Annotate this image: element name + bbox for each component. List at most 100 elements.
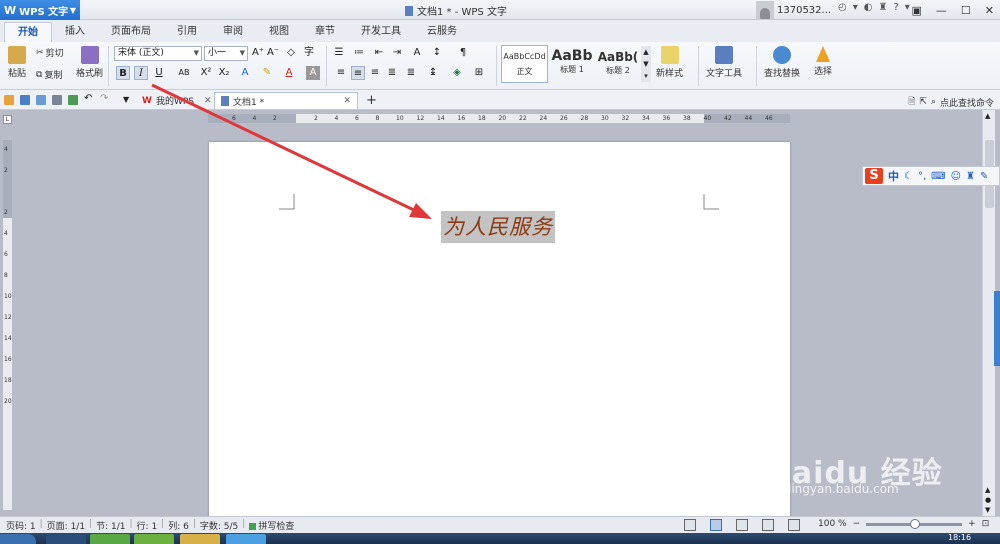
line-spacing-icon[interactable]: ↨ [426, 66, 440, 80]
status-words[interactable]: 字数: 5/5 [200, 519, 238, 532]
close-button[interactable]: ✕ [985, 4, 994, 17]
maximize-button[interactable]: ☐ [961, 4, 971, 17]
scroll-up-icon[interactable]: ▲ [985, 112, 990, 120]
punctuation-icon[interactable]: °, [918, 171, 926, 182]
start-button[interactable] [0, 534, 36, 544]
font-color-icon[interactable]: A [282, 66, 296, 80]
show-marks-icon[interactable]: ¶ [456, 46, 470, 60]
indent-icon[interactable]: ⇥ [390, 46, 404, 60]
tab-references[interactable]: 引用 [164, 22, 210, 42]
style-normal[interactable]: AaBbCcDd 正文 [501, 45, 548, 83]
wrench-icon[interactable]: ✎ [980, 171, 988, 182]
bullet-list-icon[interactable]: ☰ [332, 46, 346, 60]
borders-icon[interactable]: ⊞ [472, 66, 486, 80]
select-browse-icon[interactable]: ● [985, 496, 991, 504]
close-icon[interactable]: ✕ [343, 96, 351, 106]
spell-check[interactable]: 拼写检查 [249, 519, 298, 532]
horizontal-ruler[interactable]: 6 4 2 2 4 6 8 10 12 14 16 18 20 22 24 26 28 30 32 34 36 38 40 4… [208, 114, 790, 123]
document-page[interactable]: 为人民服务 [209, 142, 790, 522]
select-button[interactable]: 选择 [814, 46, 832, 77]
clear-format-icon[interactable]: ◇ [284, 46, 298, 60]
new-style-button[interactable]: 新样式 [656, 46, 683, 79]
skin-icon[interactable]: ◐ [864, 2, 873, 13]
copy-button[interactable]: ⧉ 复制 [36, 68, 62, 82]
zoom-slider-knob[interactable] [910, 518, 921, 529]
font-size-select[interactable]: 小一 ▼ [204, 46, 248, 61]
web-view-icon[interactable] [762, 519, 774, 531]
save-as-icon[interactable] [36, 95, 46, 105]
open-icon[interactable] [4, 95, 14, 105]
sort-icon[interactable]: ↕ [430, 46, 444, 60]
tab-chapter[interactable]: 章节 [302, 22, 348, 42]
ime-language[interactable]: 中 [888, 168, 899, 184]
prev-page-icon[interactable]: ▲ [985, 486, 990, 494]
align-left-icon[interactable]: ≡ [334, 66, 348, 80]
shrink-font-icon[interactable]: A⁻ [266, 46, 280, 60]
numbered-list-icon[interactable]: ≔ [352, 46, 366, 60]
tab-developer[interactable]: 开发工具 [348, 22, 414, 42]
taskbar-app[interactable] [226, 534, 266, 544]
redo-icon[interactable]: ↷ [100, 94, 110, 104]
close-icon[interactable]: ✕ [204, 96, 212, 106]
zoom-slider[interactable] [866, 518, 963, 529]
side-panel-handle[interactable] [994, 291, 1000, 366]
full-screen-icon[interactable] [684, 519, 696, 531]
grow-font-icon[interactable]: A⁺ [251, 46, 265, 60]
align-center-icon[interactable]: ≡ [351, 66, 365, 80]
zoom-in-button[interactable]: + [968, 519, 976, 529]
command-search[interactable]: 🗎 ⇱ ⌕ 点此查找命令 [908, 94, 994, 110]
tab-view[interactable]: 视图 [256, 22, 302, 42]
help-icon[interactable]: ? [893, 2, 898, 13]
paste-button[interactable]: 粘贴 [8, 46, 26, 79]
align-right-icon[interactable]: ≡ [368, 66, 382, 80]
save-icon[interactable] [20, 95, 30, 105]
font-name-select[interactable]: 宋体 (正文) ▼ [114, 46, 202, 61]
status-pages[interactable]: 页面: 1/1 [47, 519, 85, 532]
page-view-icon[interactable] [710, 519, 722, 531]
sogou-logo-icon[interactable]: S [865, 168, 883, 184]
zoom-out-button[interactable]: − [853, 519, 861, 529]
justify-icon[interactable]: ≣ [385, 66, 399, 80]
keyboard-icon[interactable]: ⌨ [931, 171, 945, 182]
find-replace-button[interactable]: 查找替换 [764, 46, 800, 79]
tab-start[interactable]: 开始 [4, 22, 52, 42]
restore-ribbon-icon[interactable]: ▣ [912, 4, 922, 17]
minimize-button[interactable]: — [936, 4, 947, 17]
tab-insert[interactable]: 插入 [52, 22, 98, 42]
fit-icon[interactable]: ⊡ [982, 519, 990, 529]
ruler-corner[interactable]: L [3, 115, 12, 124]
collapse-icon[interactable]: ⇱ [919, 97, 927, 107]
style-scroll[interactable]: ▲ ▼ ▾ [641, 46, 651, 82]
clock-icon[interactable]: ◴ [838, 2, 847, 13]
print-preview-icon[interactable] [68, 95, 78, 105]
superscript-button[interactable]: X² [199, 66, 213, 80]
tab-review[interactable]: 审阅 [210, 22, 256, 42]
style-heading-2[interactable]: AaBb( 标题 2 [596, 45, 640, 83]
reading-view-icon[interactable] [788, 519, 800, 531]
taskbar-app[interactable] [180, 534, 220, 544]
char-shading-icon[interactable]: A [306, 66, 320, 80]
moon-icon[interactable]: ☾ [904, 171, 913, 182]
avatar[interactable] [756, 1, 774, 19]
highlight-icon[interactable]: ✎ [260, 66, 274, 80]
shading-icon[interactable]: ◈ [450, 66, 464, 80]
text-direction-icon[interactable]: A [410, 46, 424, 60]
taskbar-app[interactable] [134, 534, 174, 544]
tab-cloud[interactable]: 云服务 [414, 22, 470, 42]
taskbar-clock[interactable]: 18:16 [948, 533, 971, 542]
app-menu-button[interactable]: W WPS 文字 ▼ [0, 0, 80, 20]
format-painter-button[interactable]: 格式刷 [76, 46, 103, 79]
italic-button[interactable]: I [134, 66, 148, 80]
customize-icon[interactable]: ▼ [123, 95, 133, 105]
outline-view-icon[interactable] [736, 519, 748, 531]
style-heading-1[interactable]: AaBb 标题 1 [550, 45, 594, 83]
print-icon[interactable] [52, 95, 62, 105]
subscript-button[interactable]: X₂ [217, 66, 231, 80]
text-effect-icon[interactable]: A [238, 66, 252, 80]
text-tools-button[interactable]: 文字工具 [706, 46, 742, 79]
next-page-icon[interactable]: ▼ [985, 506, 990, 514]
user-icon[interactable]: ☺ [951, 171, 961, 182]
underline-button[interactable]: U [152, 66, 166, 80]
user-account[interactable]: 1370532... [756, 1, 831, 19]
shirt-icon[interactable]: ♜ [879, 2, 888, 13]
